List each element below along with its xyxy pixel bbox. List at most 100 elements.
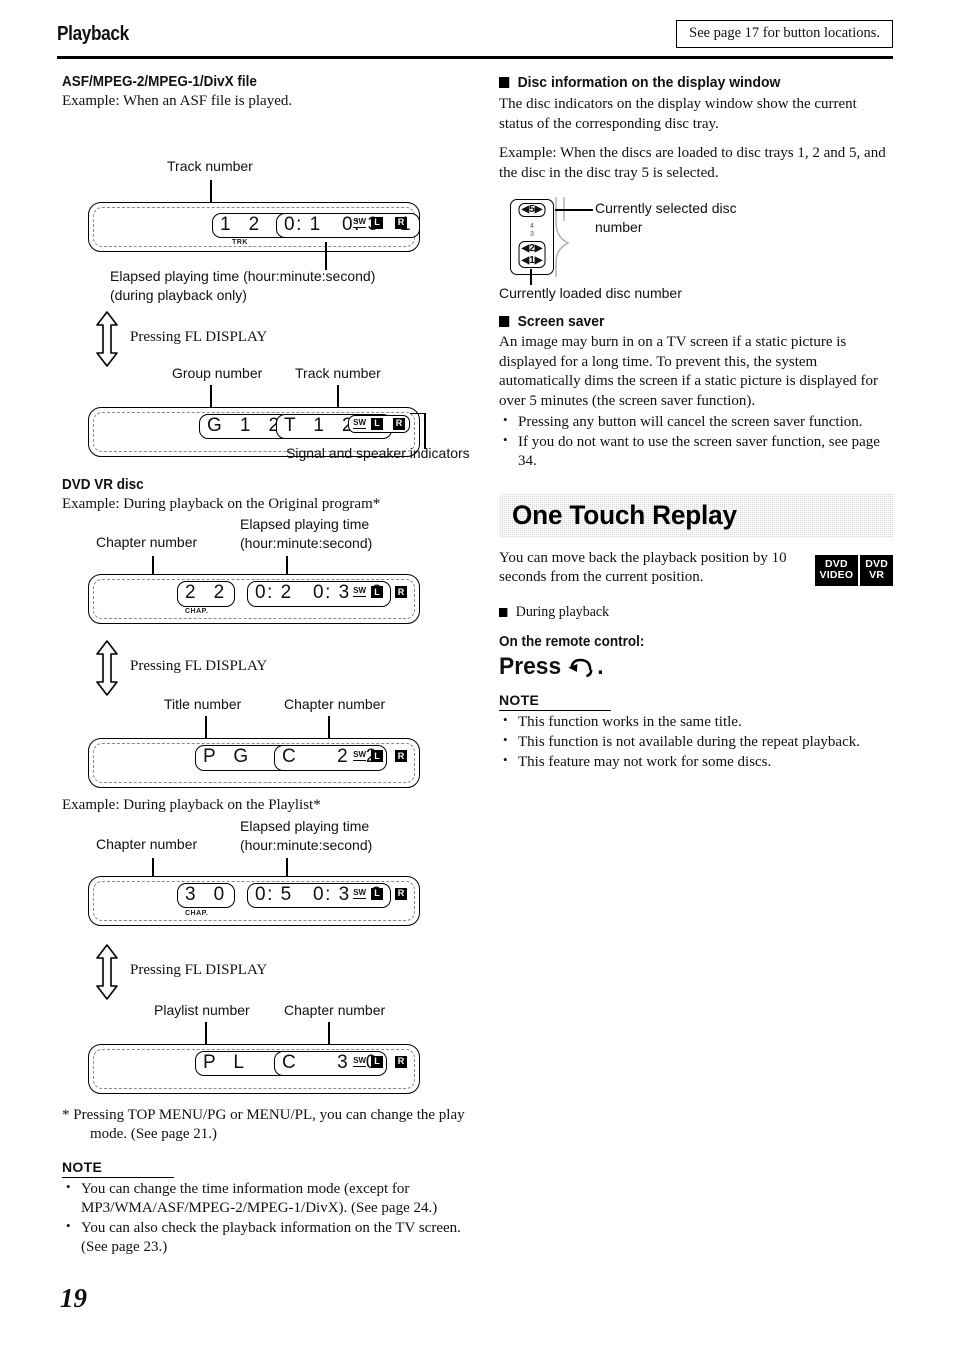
asf-diagram-1: Track number 1 2 3. TRK 0: 1 0: 3 1 SW L… [62,118,482,323]
disc-indicator-diagram: ◀5▶ 4 3 ◀2▶ ◀1▶ Currently selected disc … [499,197,893,301]
dvdvr-diagram-1: Chapter number Elapsed playing time (hou… [62,516,482,640]
replay-note-heading: NOTE [499,692,612,711]
during-playback-label: During playback [515,603,610,620]
press-period: . [597,652,604,680]
callout-selected-disc-2: number [595,219,643,235]
asf-heading: ASF/MPEG-2/MPEG-1/DivX file [62,74,257,90]
callout-track-number: Track number [167,157,253,174]
callout-elapsed-time-1: Elapsed playing time (hour:minute:second… [110,267,376,284]
disc-info-para-2: Example: When the discs are loaded to di… [499,145,886,181]
disc-info-heading: Disc information on the display window [499,74,865,91]
dim-disc-4: 4 [530,223,534,230]
fl-display-toggle-label-3: Pressing FL DISPLAY [130,961,268,978]
loaded-disc-1: ◀1▶ [521,254,543,266]
on-remote-control-label: On the remote control: [499,633,645,650]
fl-display-panel-6: P L 1. C 3 0 SW L R [88,1043,420,1094]
header-rule [57,56,893,59]
screen-saver-heading-label: Screen saver [517,313,605,330]
fl-display-panel-1: 1 2 3. TRK 0: 1 0: 3 1 SW L R [88,201,421,252]
leader-line [328,1021,330,1044]
disc-info-para-1: The disc indicators on the display windo… [499,96,857,132]
up-down-arrow-icon [94,640,120,700]
dim-disc-3: 3 [530,231,534,238]
left-speaker-icon: L [371,887,383,900]
left-speaker-icon: L [371,1055,383,1068]
fl-display-panel-3: 2 2 CHAP. 0: 2 0: 3 6 SW L R [88,574,420,624]
note-list: You can change the time information mode… [62,1178,482,1258]
callout-chapter-number-2: Chapter number [284,1001,386,1018]
display-field-chapter: 3 0 [177,882,235,909]
signal-speaker-indicators: SW L R [353,1055,407,1068]
disc-type-badges: DVD VIDEO DVD VR [814,554,893,587]
signal-speaker-indicators: SW L R [353,586,407,598]
page-title: Playback [57,23,129,45]
badge-line-2: VR [869,569,885,582]
signal-speaker-indicators: SW L R [353,216,407,229]
replay-arrow-icon [568,656,594,678]
right-speaker-icon: R [395,586,407,598]
one-touch-replay-title: One Touch Replay [512,500,737,531]
leader-line [410,412,426,415]
screen-saver-para: An image may burn in on a TV screen if a… [499,334,879,409]
display-sublabel-chap: CHAP. [185,909,209,917]
loaded-disc-2: ◀2▶ [521,243,543,254]
sw-indicator-icon: SW [353,216,366,228]
leader-line [530,269,533,285]
leader-line [210,179,212,202]
callout-elapsed-time-2: (during playback only) [110,286,247,303]
selected-disc-chip: ◀5▶ [518,203,546,217]
leader-line [325,241,327,270]
footnote: * Pressing TOP MENU/PG or MENU/PL, you c… [62,1106,465,1143]
one-touch-replay-banner: One Touch Replay [499,493,893,538]
screen-saver-heading: Screen saver [499,313,865,330]
callout-elapsed-time-1: Elapsed playing time [240,516,370,532]
left-speaker-icon: L [371,586,383,598]
signal-speaker-indicators: SW L R [353,887,407,900]
button-locations-note: See page 17 for button locations. [676,20,893,48]
bullet-square-icon [499,77,510,88]
leader-line [424,412,426,449]
right-column: Disc information on the display window T… [499,74,893,772]
callout-elapsed-time-1: Elapsed playing time [240,817,370,834]
note-item: You can also check the playback informat… [62,1218,482,1257]
callout-group-number: Group number [172,364,263,381]
fl-display-panel-5: 3 0 CHAP. 0: 5 0: 3 0 SW L R [88,875,420,926]
display-sublabel-trk: TRK [232,238,248,246]
playlist-diagram-2: Playlist number Chapter number P L 1. C … [62,1002,482,1094]
left-column: ASF/MPEG-2/MPEG-1/DivX file Example: Whe… [62,74,482,1257]
leader-line [337,384,339,407]
replay-note-item: This function is not available during th… [499,732,893,752]
leader-line [210,384,212,407]
signal-speaker-indicators: SW L R [353,750,407,762]
left-speaker-icon: L [371,417,383,430]
right-speaker-icon: R [395,887,407,900]
callout-signal-indicators: Signal and speaker indicators [286,444,470,461]
document-page: Playback See page 17 for button location… [0,0,954,1354]
callout-loaded-disc: Currently loaded disc number [499,285,682,301]
callout-chapter-number-2: Chapter number [284,696,386,712]
toggle-block-2: Pressing FL DISPLAY [62,640,482,696]
page-header: Playback See page 17 for button location… [57,20,893,60]
replay-note-item: This function works in the same title. [499,712,893,732]
bullet-square-icon [499,607,508,617]
playlist-example: Example: During playback on the Playlist… [62,797,321,813]
during-playback-heading: During playback [499,604,865,621]
leader-line [555,209,593,212]
right-speaker-icon: R [393,417,405,430]
up-down-arrow-icon [94,943,120,1004]
one-touch-replay-intro: You can move back the playback position … [499,549,893,588]
disc-info-heading-label: Disc information on the display window [517,74,781,91]
leader-line [205,716,207,738]
replay-note-list: This function works in the same title. T… [499,712,893,773]
right-speaker-icon: R [395,1055,407,1068]
asf-diagram-2: Group number Track number G 1 2 T 1 2 3 … [62,365,482,463]
callout-elapsed-time-2: (hour:minute:second) [240,836,373,853]
callout-title-number: Title number [164,696,242,712]
sw-indicator-icon: SW [353,887,366,899]
callout-chapter-number: Chapter number [96,835,198,852]
dvdvr-example: Example: During playback on the Original… [62,495,381,512]
right-speaker-icon: R [395,750,407,762]
right-speaker-icon: R [395,216,407,229]
left-speaker-icon: L [371,216,383,229]
badge-dvd-video: DVD VIDEO [814,554,859,587]
